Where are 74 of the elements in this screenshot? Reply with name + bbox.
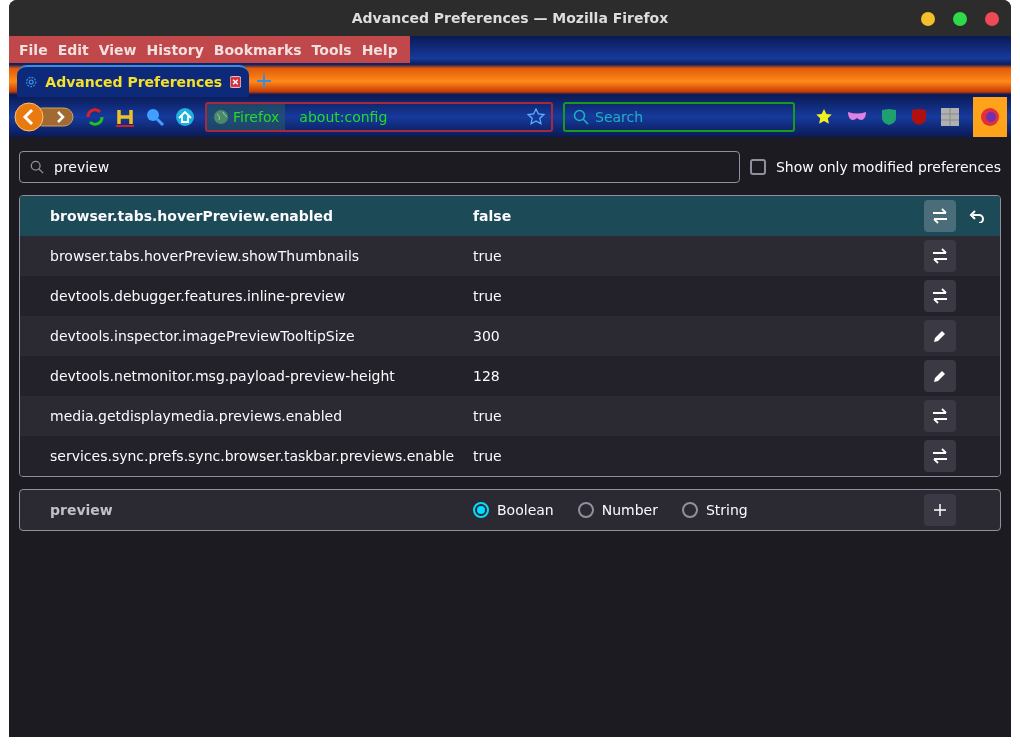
search-field[interactable]: Search bbox=[563, 102, 795, 132]
identity-label[interactable]: Firefox bbox=[207, 104, 286, 130]
swap-arrows-icon bbox=[932, 288, 948, 304]
preference-name: browser.tabs.hoverPreview.showThumbnails bbox=[50, 248, 361, 264]
radio-label: Boolean bbox=[497, 502, 554, 518]
menu-item[interactable]: Help bbox=[357, 41, 404, 58]
letter-h-icon[interactable] bbox=[115, 107, 135, 127]
radio-button[interactable] bbox=[473, 502, 489, 518]
type-radio-option[interactable]: Boolean bbox=[473, 502, 554, 518]
preference-name: devtools.debugger.features.inline-preview bbox=[50, 288, 347, 304]
preference-value: true bbox=[473, 288, 503, 304]
radio-button[interactable] bbox=[577, 502, 594, 518]
preference-value: true bbox=[473, 248, 503, 264]
browser-tab[interactable]: Advanced Preferences bbox=[17, 65, 249, 97]
swap-arrows-icon bbox=[932, 408, 948, 424]
preference-name: media.getdisplaymedia.previews.enabled bbox=[50, 408, 344, 424]
swap-arrows-icon bbox=[932, 208, 948, 224]
window-title: Advanced Preferences — Mozilla Firefox bbox=[351, 10, 669, 26]
radio-label: String bbox=[705, 502, 748, 518]
toggle-button[interactable] bbox=[924, 200, 956, 232]
home-icon[interactable] bbox=[175, 107, 195, 127]
preference-name: devtools.netmonitor.msg.payload-preview-height bbox=[50, 368, 396, 384]
menu-item[interactable]: Edit bbox=[53, 41, 95, 58]
menu-item[interactable]: Tools bbox=[307, 41, 358, 58]
fox-globe-icon bbox=[980, 107, 1000, 127]
maximize-button[interactable] bbox=[953, 12, 967, 26]
shield-icon[interactable] bbox=[881, 108, 897, 126]
edit-button[interactable] bbox=[924, 360, 956, 392]
edit-button[interactable] bbox=[924, 320, 956, 352]
pencil-icon bbox=[933, 369, 947, 383]
close-icon[interactable] bbox=[230, 75, 241, 89]
swap-arrows-icon bbox=[932, 448, 948, 464]
checkbox-label: Show only modified preferences bbox=[775, 159, 1001, 175]
gear-icon bbox=[25, 74, 38, 90]
radio-label: Number bbox=[601, 502, 658, 518]
menu-button[interactable] bbox=[973, 97, 1007, 137]
type-radio-option[interactable]: String bbox=[681, 502, 748, 518]
preference-value: true bbox=[473, 448, 503, 464]
preference-name: browser.tabs.hoverPreview.enabled bbox=[50, 208, 335, 224]
preference-value: 128 bbox=[473, 368, 501, 384]
toggle-button[interactable] bbox=[924, 280, 956, 312]
star-icon[interactable] bbox=[815, 108, 833, 126]
toggle-button[interactable] bbox=[924, 240, 956, 272]
radio-button[interactable] bbox=[681, 502, 698, 518]
preference-name: devtools.inspector.imagePreviewTooltipSize bbox=[50, 328, 356, 344]
back-forward-icon[interactable] bbox=[13, 102, 75, 132]
search-icon bbox=[30, 160, 44, 174]
reload-icon[interactable] bbox=[85, 107, 105, 127]
search-field[interactable]: preview bbox=[19, 151, 740, 183]
toggle-button[interactable] bbox=[924, 400, 956, 432]
globe-icon bbox=[213, 109, 229, 125]
preference-name: services.sync.prefs.sync.browser.taskbar.previews.enable bbox=[50, 448, 456, 464]
checkbox[interactable] bbox=[749, 159, 766, 175]
menu-item[interactable]: View bbox=[94, 41, 143, 58]
magnifier-icon[interactable] bbox=[145, 107, 165, 127]
plus-icon bbox=[934, 504, 946, 516]
swap-arrows-icon bbox=[932, 248, 948, 264]
search-icon bbox=[573, 109, 589, 125]
minimize-button[interactable] bbox=[921, 12, 935, 26]
preference-value: true bbox=[473, 408, 503, 424]
toggle-button[interactable] bbox=[924, 440, 956, 472]
menu-item[interactable]: History bbox=[142, 41, 210, 58]
undo-icon bbox=[968, 209, 984, 223]
preference-value: 300 bbox=[473, 328, 501, 344]
menu-item[interactable]: Bookmarks bbox=[209, 41, 308, 58]
preference-value: false bbox=[473, 208, 513, 224]
add-button[interactable] bbox=[924, 494, 956, 526]
url-field[interactable]: Firefox about:config bbox=[205, 102, 553, 132]
menu-item[interactable]: File bbox=[15, 41, 54, 58]
close-button[interactable] bbox=[985, 12, 999, 26]
type-radio-option[interactable]: Number bbox=[577, 502, 658, 518]
new-preference-name: preview bbox=[50, 502, 114, 518]
star-icon[interactable] bbox=[527, 108, 545, 126]
pencil-icon bbox=[933, 329, 947, 343]
